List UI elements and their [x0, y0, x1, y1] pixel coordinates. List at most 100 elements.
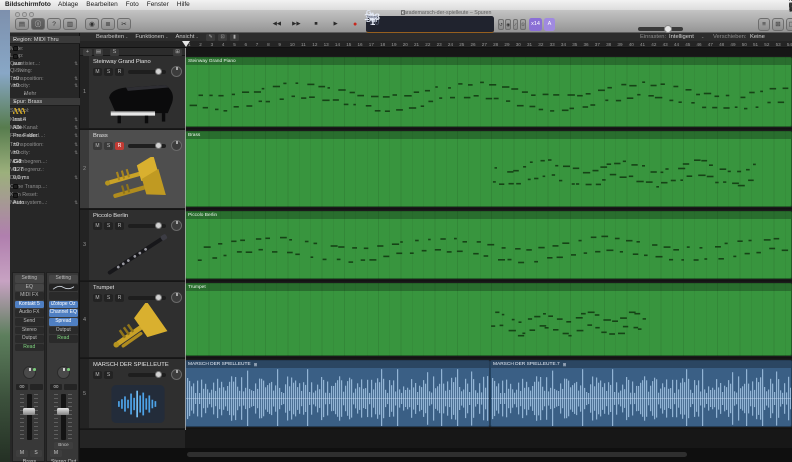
stepper-icon[interactable]: ⇅: [74, 150, 78, 156]
header-zoom-icon[interactable]: ⊞: [173, 49, 182, 56]
timeline-ruler[interactable]: 1234567891011121314151617181920212223242…: [185, 41, 792, 48]
playhead-line[interactable]: [185, 48, 186, 430]
track-pan-knob[interactable]: [171, 220, 182, 231]
stepper-icon[interactable]: ⇅: [74, 125, 78, 131]
slider-knob[interactable]: [155, 142, 162, 149]
strip-slot[interactable]: [49, 292, 78, 300]
volume-value[interactable]: 00: [16, 384, 28, 390]
mute-button[interactable]: M: [16, 450, 28, 457]
record-enable-button[interactable]: R: [115, 142, 124, 150]
horizontal-scrollbar[interactable]: [80, 448, 792, 462]
track-param-row[interactable]: Velocity:±0⇅: [10, 149, 80, 157]
forward-button[interactable]: ▶▶: [288, 18, 306, 31]
more-disclosure[interactable]: ▸Mehr: [10, 90, 80, 98]
strip-slot[interactable]: Output: [15, 335, 44, 343]
slider-knob[interactable]: [155, 294, 162, 301]
menubar-menu-foto[interactable]: Foto: [126, 0, 139, 10]
strip-slot[interactable]: Send: [15, 318, 44, 326]
track-param-row[interactable]: Ohne Transp...:: [10, 183, 80, 191]
checkbox[interactable]: [13, 184, 18, 189]
inspector-value[interactable]: aus: [13, 61, 22, 67]
track-inspector-header[interactable]: ▼Spur: Brass: [10, 98, 80, 106]
region-param-row[interactable]: Q-Swing:50%: [10, 68, 80, 76]
playhead-marker[interactable]: [182, 41, 190, 47]
gain-value[interactable]: [30, 384, 43, 390]
strip-slot[interactable]: Setting: [15, 275, 44, 283]
record-enable-button[interactable]: R: [115, 68, 124, 76]
strip-slot[interactable]: Stereo: [15, 327, 44, 335]
track-volume-slider[interactable]: [128, 70, 166, 74]
volume-fader[interactable]: [61, 394, 66, 440]
solo-button[interactable]: S: [104, 142, 113, 150]
midi-region[interactable]: Steinway Grand Piano: [185, 57, 792, 127]
menubar-menu-fenster[interactable]: Fenster: [147, 0, 169, 10]
track-header-4[interactable]: 4TrumpetMSR: [80, 282, 185, 358]
inspector-value[interactable]: Auto: [13, 200, 24, 206]
inspector-value[interactable]: ±0: [13, 142, 19, 148]
inspector-value[interactable]: Pre-Fader: [13, 133, 37, 139]
track-volume-slider[interactable]: [128, 296, 166, 300]
inspector-value[interactable]: 50%: [13, 68, 24, 74]
checkbox[interactable]: [13, 54, 18, 59]
track-pan-knob[interactable]: [171, 140, 182, 151]
inspector-value[interactable]: ±0: [13, 83, 19, 89]
plugin-slot[interactable]: iZotope Oz: [49, 301, 78, 309]
inspector-value[interactable]: 0,0 ms: [13, 175, 29, 181]
inspector-value[interactable]: Inst 4: [13, 117, 26, 123]
track-pan-knob[interactable]: [171, 66, 182, 77]
add-track-button[interactable]: +: [83, 49, 92, 56]
autopunch-icon[interactable]: ◉: [505, 19, 511, 30]
master-solo-button[interactable]: S: [110, 49, 119, 56]
slider-knob[interactable]: [155, 371, 162, 378]
browser-icon[interactable]: ◨: [786, 18, 792, 31]
track-volume-slider[interactable]: [128, 224, 166, 228]
plugin-slot[interactable]: Spread: [49, 318, 78, 326]
track-param-row[interactable]: Transposition:±0⇅: [10, 141, 80, 149]
region-inspector-header[interactable]: ▼Region: MIDI Thru: [10, 36, 80, 44]
track-header-1[interactable]: 1Steinway Grand PianoMSR: [80, 56, 185, 129]
pencil-tool-icon[interactable]: ✎: [206, 34, 215, 41]
toolbar-icon[interactable]: ▥: [63, 18, 77, 30]
toolbar-menu-bearbeiten[interactable]: Bearbeiten⌄: [96, 33, 128, 41]
snap-menu[interactable]: Intelligent: [669, 33, 694, 41]
region-param-row[interactable]: Loop:: [10, 53, 80, 61]
stepper-icon[interactable]: ⇅: [74, 142, 78, 148]
note-pads-icon[interactable]: ⊞: [772, 18, 784, 31]
badge-a[interactable]: A: [544, 18, 555, 31]
stepper-icon[interactable]: ⇅: [74, 133, 78, 139]
inspector-value[interactable]: Alle: [13, 125, 22, 131]
volume-fader[interactable]: [27, 394, 32, 440]
midi-region[interactable]: Trumpet: [185, 283, 792, 356]
stepper-icon[interactable]: ⇅: [74, 61, 78, 67]
catch-playhead-icon[interactable]: ▮: [230, 34, 239, 41]
stop-button[interactable]: ■: [307, 18, 325, 31]
track-param-row[interactable]: Vel.-Begrenz.:0127: [10, 166, 80, 174]
track-param-row[interactable]: MIDI-Kanal:Alle⇅: [10, 124, 80, 132]
quick-help-icon[interactable]: ?: [47, 18, 61, 30]
gain-value[interactable]: [64, 384, 77, 390]
midi-region[interactable]: Brass: [185, 131, 792, 207]
track-param-row[interactable]: Kein Reset:: [10, 191, 80, 199]
record-button[interactable]: ●: [346, 18, 364, 31]
automation-mode[interactable]: Read: [49, 335, 78, 343]
track-param-row[interactable]: Freeze-Mod...:Pre-Fader⇅: [10, 132, 80, 140]
mixer-icon[interactable]: ≣: [101, 18, 115, 30]
region-param-row[interactable]: Velocity:±0⇅: [10, 83, 80, 91]
strip-slot[interactable]: Audio FX: [15, 309, 44, 317]
region-param-row[interactable]: Transposition:±0⇅: [10, 75, 80, 83]
track-volume-slider[interactable]: [128, 144, 166, 148]
cycle-icon[interactable]: ↺: [498, 19, 504, 30]
track-name[interactable]: Steinway Grand Piano: [93, 59, 151, 65]
library-icon[interactable]: ▤: [15, 18, 29, 30]
mute-button[interactable]: M: [93, 142, 102, 150]
pan-knob[interactable]: [57, 366, 70, 379]
mute-button[interactable]: M: [93, 222, 102, 230]
stepper-icon[interactable]: ⇅: [74, 117, 78, 123]
strip-slot[interactable]: EQ: [15, 284, 44, 292]
master-volume-slider[interactable]: [638, 27, 683, 31]
stepper-icon[interactable]: ⇅: [74, 175, 78, 181]
eq-thumbnail[interactable]: [49, 284, 78, 292]
stepper-icon[interactable]: ⇅: [74, 76, 78, 82]
track-volume-slider[interactable]: [128, 373, 166, 377]
scrollbar-handle[interactable]: [187, 452, 687, 457]
